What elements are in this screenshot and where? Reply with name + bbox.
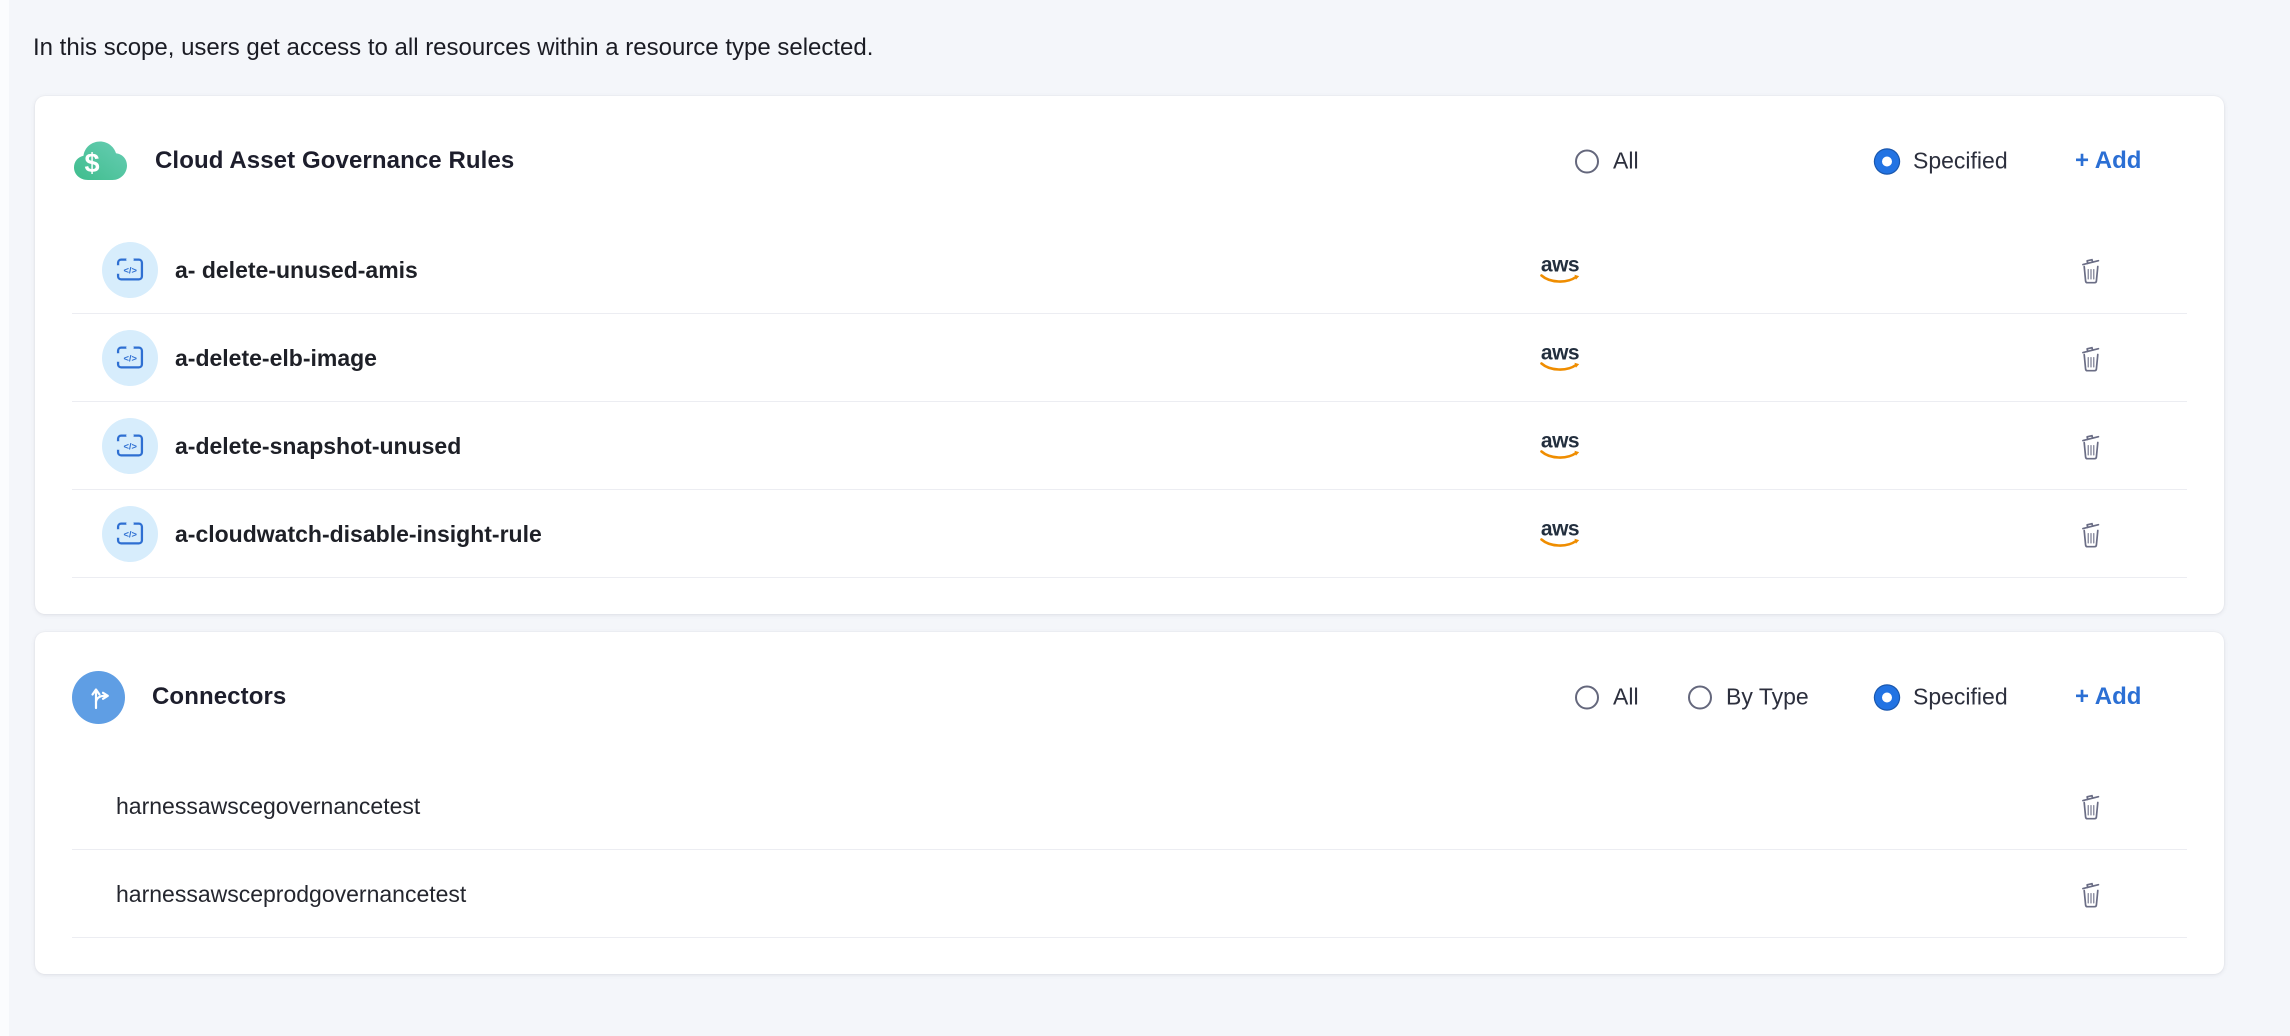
trash-icon — [2078, 520, 2104, 548]
trash-icon — [2078, 344, 2104, 372]
connector-row: harnessawsceprodgovernancetest — [35, 850, 2224, 938]
radio-option-all[interactable]: All — [1575, 684, 1639, 711]
trash-icon — [2078, 432, 2104, 460]
connectors-list: harnessawscegovernancetest harnessawscep… — [35, 762, 2224, 938]
left-gutter — [0, 0, 9, 1036]
radio-unselected-icon[interactable] — [1575, 149, 1599, 173]
rule-row: </> a- delete-unused-amis aws — [35, 226, 2224, 314]
connector-name: harnessawscegovernancetest — [116, 793, 420, 820]
svg-text:$: $ — [84, 148, 99, 178]
radio-option-by-type[interactable]: By Type — [1688, 684, 1809, 711]
aws-logo: aws — [1538, 431, 1582, 462]
rule-row: </> a-cloudwatch-disable-insight-rule aw… — [35, 490, 2224, 578]
scope-radio-group: + Add All Specified — [1575, 96, 2151, 226]
delete-button[interactable] — [2078, 256, 2104, 284]
delete-button[interactable] — [2078, 792, 2104, 820]
svg-text:</>: </> — [123, 354, 137, 364]
rule-row: </> a-delete-snapshot-unused aws — [35, 402, 2224, 490]
connector-name: harnessawsceprodgovernancetest — [116, 881, 466, 908]
governance-rules-card: $ Cloud Asset Governance Rules + Add All… — [35, 96, 2224, 614]
delete-button[interactable] — [2078, 344, 2104, 372]
trash-icon — [2078, 880, 2104, 908]
card-header: Connectors + Add All By Type Specified — [35, 632, 2224, 762]
card-header: $ Cloud Asset Governance Rules + Add All… — [35, 96, 2224, 226]
rule-name: a-delete-snapshot-unused — [175, 433, 461, 460]
radio-selected-icon[interactable] — [1875, 149, 1899, 173]
rule-name: a-cloudwatch-disable-insight-rule — [175, 521, 542, 548]
add-button[interactable]: + Add — [2075, 147, 2141, 175]
card-title: Connectors — [152, 683, 286, 711]
scope-description: In this scope, users get access to all r… — [33, 33, 873, 63]
governance-rule-icon: </> — [102, 506, 158, 562]
radio-label: By Type — [1726, 684, 1809, 711]
governance-rule-icon: </> — [102, 418, 158, 474]
delete-button[interactable] — [2078, 520, 2104, 548]
branch-arrows-icon — [72, 671, 125, 724]
radio-unselected-icon[interactable] — [1688, 685, 1712, 709]
aws-logo: aws — [1538, 519, 1582, 550]
governance-rule-icon: </> — [102, 242, 158, 298]
rules-list: </> a- delete-unused-amis aws — [35, 226, 2224, 578]
radio-label: Specified — [1913, 148, 2008, 175]
radio-option-all[interactable]: All — [1575, 148, 1639, 175]
radio-selected-icon[interactable] — [1875, 685, 1899, 709]
card-title: Cloud Asset Governance Rules — [155, 147, 514, 175]
governance-rule-icon: </> — [102, 330, 158, 386]
radio-unselected-icon[interactable] — [1575, 685, 1599, 709]
radio-option-specified[interactable]: Specified — [1875, 684, 2008, 711]
aws-logo: aws — [1538, 255, 1582, 286]
connectors-card: Connectors + Add All By Type Specified har… — [35, 632, 2224, 974]
resource-scope-page: In this scope, users get access to all r… — [0, 0, 2290, 1036]
trash-icon — [2078, 256, 2104, 284]
delete-button[interactable] — [2078, 880, 2104, 908]
rule-name: a- delete-unused-amis — [175, 257, 418, 284]
delete-button[interactable] — [2078, 432, 2104, 460]
scope-radio-group: + Add All By Type Specified — [1575, 632, 2151, 762]
svg-text:</>: </> — [123, 442, 137, 452]
rule-name: a-delete-elb-image — [175, 345, 377, 372]
connector-row: harnessawscegovernancetest — [35, 762, 2224, 850]
radio-label: All — [1613, 148, 1639, 175]
radio-label: Specified — [1913, 684, 2008, 711]
rule-row: </> a-delete-elb-image aws — [35, 314, 2224, 402]
add-button[interactable]: + Add — [2075, 683, 2141, 711]
cloud-dollar-icon: $ — [72, 133, 128, 189]
trash-icon — [2078, 792, 2104, 820]
radio-option-specified[interactable]: Specified — [1875, 148, 2008, 175]
svg-text:</>: </> — [123, 530, 137, 540]
radio-label: All — [1613, 684, 1639, 711]
aws-logo: aws — [1538, 343, 1582, 374]
svg-text:</>: </> — [123, 266, 137, 276]
